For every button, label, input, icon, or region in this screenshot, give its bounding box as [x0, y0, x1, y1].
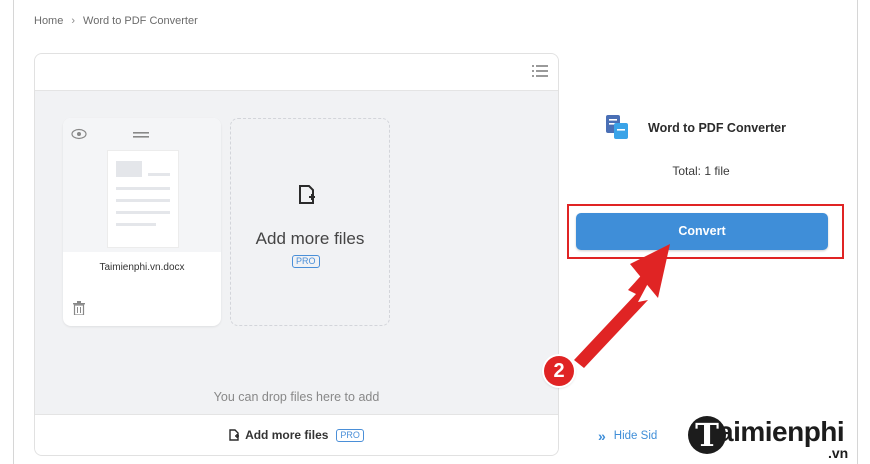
frame-border-right [857, 0, 858, 464]
word-to-pdf-icon [606, 115, 628, 139]
add-file-icon [299, 185, 315, 204]
breadcrumb-current[interactable]: Word to PDF Converter [83, 15, 198, 27]
add-more-files-label: Add more files [255, 229, 365, 248]
hide-sidebar-label: Hide Sid [613, 430, 658, 442]
breadcrumb-separator: › [71, 15, 76, 27]
step-number-badge: 2 [544, 356, 574, 386]
breadcrumb: Home › Word to PDF Converter [34, 15, 198, 27]
file-panel: Taimienphi.vn.docx Add more files PRO Yo… [34, 53, 559, 456]
frame-border-left [13, 0, 14, 464]
trash-icon[interactable] [73, 301, 85, 315]
file-name: Taimienphi.vn.docx [99, 262, 185, 273]
drop-hint: You can drop files here to add [213, 390, 380, 404]
eye-icon[interactable] [71, 128, 87, 140]
add-more-files-bar-label: Add more files [245, 428, 329, 442]
add-file-icon [229, 429, 240, 441]
watermark-tld: .vn [828, 445, 849, 461]
document-thumbnail [107, 150, 179, 248]
double-chevron-icon: » [598, 428, 606, 444]
list-view-icon[interactable] [532, 64, 548, 78]
drag-handle-icon[interactable] [133, 131, 149, 139]
file-card[interactable]: Taimienphi.vn.docx [63, 118, 221, 326]
panel-toolbar [35, 54, 558, 91]
pro-badge: PRO [336, 428, 364, 442]
hide-sidebar-toggle[interactable]: » Hide Sid [598, 428, 657, 444]
add-more-files-bar[interactable]: Add more files PRO [35, 414, 558, 455]
watermark-brand: aimienphi [718, 416, 845, 447]
file-total: Total: 1 file [672, 164, 730, 178]
add-more-files-card[interactable]: Add more files PRO [230, 118, 390, 326]
tool-name: Word to PDF Converter [648, 121, 786, 135]
taimienphi-watermark-logo: T aimienphi .vn [688, 414, 870, 464]
pro-badge: PRO [292, 255, 320, 268]
breadcrumb-home-link[interactable]: Home [34, 15, 63, 27]
